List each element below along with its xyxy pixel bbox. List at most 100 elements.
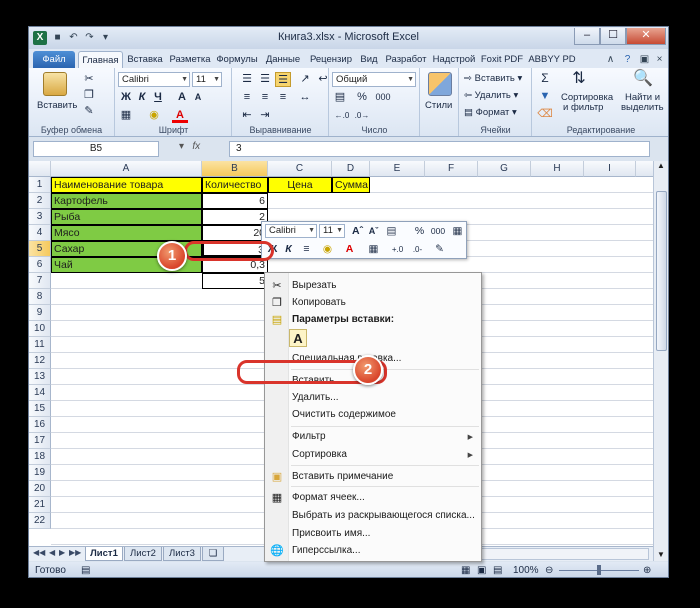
next-sheet-icon[interactable]: ▶ bbox=[59, 548, 65, 557]
wrap-text-icon[interactable]: ↩ bbox=[315, 72, 331, 87]
increase-decimal-icon[interactable]: ←.0 bbox=[334, 108, 350, 123]
copy-icon[interactable]: ❐ bbox=[81, 88, 97, 103]
tab-review[interactable]: Рецензир bbox=[306, 51, 356, 68]
tab-addins[interactable]: Надстрой bbox=[431, 51, 477, 68]
row-header[interactable]: 13 bbox=[29, 369, 51, 385]
decrease-indent-icon[interactable]: ⇤ bbox=[239, 108, 255, 123]
sort-filter-icon[interactable]: ⇅ bbox=[571, 71, 587, 87]
cell-b3[interactable]: 2 bbox=[202, 209, 268, 225]
format-painter-icon[interactable]: ✎ bbox=[81, 104, 97, 119]
column-header-g[interactable]: G bbox=[478, 161, 531, 177]
scroll-up-icon[interactable]: ▲ bbox=[654, 161, 668, 170]
doc-close-icon[interactable]: × bbox=[653, 53, 666, 66]
italic-button[interactable]: К bbox=[134, 90, 150, 105]
menu-copy[interactable]: Копировать bbox=[292, 297, 346, 308]
help-icon[interactable]: ? bbox=[621, 53, 634, 66]
merge-cells-icon[interactable]: ↔ bbox=[297, 90, 313, 105]
decrease-decimal-icon[interactable]: .0→ bbox=[354, 108, 370, 123]
autosum-button[interactable]: Σ bbox=[537, 71, 553, 86]
paste-button[interactable]: Вставить bbox=[37, 100, 77, 111]
column-header-f[interactable]: F bbox=[425, 161, 478, 177]
row-header[interactable]: 18 bbox=[29, 449, 51, 465]
restore-icon[interactable]: ▣ bbox=[638, 53, 651, 66]
fill-color-icon[interactable]: ◉ bbox=[146, 108, 162, 123]
percent-button[interactable]: % bbox=[354, 90, 370, 105]
cell-d1[interactable]: Сумма bbox=[332, 177, 370, 193]
column-header-e[interactable]: E bbox=[370, 161, 425, 177]
menu-clear-contents[interactable]: Очистить содержимое bbox=[292, 409, 396, 420]
tab-page-layout[interactable]: Разметка bbox=[167, 51, 213, 68]
menu-hyperlink[interactable]: Гиперссылка... bbox=[292, 545, 361, 556]
row-header[interactable]: 15 bbox=[29, 401, 51, 417]
row-header[interactable]: 6 bbox=[29, 257, 51, 273]
tab-data[interactable]: Данные bbox=[261, 51, 305, 68]
menu-delete[interactable]: Удалить... bbox=[292, 392, 339, 403]
align-bottom-icon[interactable]: ☰ bbox=[275, 72, 291, 87]
mini-size-select[interactable]: 11 ▼ bbox=[319, 224, 345, 238]
column-header-i[interactable]: I bbox=[584, 161, 636, 177]
row-header[interactable]: 12 bbox=[29, 353, 51, 369]
mini-percent-button[interactable]: % bbox=[412, 224, 427, 239]
row-header[interactable]: 19 bbox=[29, 465, 51, 481]
mini-italic-button[interactable]: К bbox=[281, 242, 296, 257]
align-right-icon[interactable]: ≡ bbox=[275, 90, 291, 105]
scroll-down-icon[interactable]: ▼ bbox=[654, 550, 668, 559]
menu-format-cells[interactable]: Формат ячеек... bbox=[292, 492, 365, 503]
row-header[interactable]: 4 bbox=[29, 225, 51, 241]
sheet-tab-1[interactable]: Лист1 bbox=[85, 547, 123, 561]
tab-formulas[interactable]: Формулы bbox=[214, 51, 260, 68]
find-select-button-line2[interactable]: выделить bbox=[621, 102, 664, 113]
menu-pick-from-list[interactable]: Выбрать из раскрывающегося списка... bbox=[292, 510, 475, 521]
cell-a1[interactable]: Наименование товара bbox=[51, 177, 202, 193]
zoom-level[interactable]: 100% bbox=[513, 562, 539, 577]
mini-format-painter-icon[interactable]: ✎ bbox=[432, 242, 447, 257]
row-header[interactable]: 2 bbox=[29, 193, 51, 209]
mini-merge-icon[interactable]: ▦ bbox=[450, 224, 465, 239]
row-header[interactable]: 20 bbox=[29, 481, 51, 497]
row-header[interactable]: 3 bbox=[29, 209, 51, 225]
cancel-icon[interactable]: ▾ bbox=[179, 141, 184, 152]
page-layout-view-icon[interactable]: ▣ bbox=[477, 562, 486, 577]
borders-icon[interactable]: ▦ bbox=[118, 108, 134, 123]
mini-grow-font-icon[interactable]: Aˆ bbox=[350, 224, 365, 239]
zoom-in-icon[interactable]: ⊕ bbox=[643, 562, 651, 577]
cell-a3[interactable]: Рыба bbox=[51, 209, 202, 225]
cell-c1[interactable]: Цена bbox=[268, 177, 332, 193]
column-header-d[interactable]: D bbox=[332, 161, 370, 177]
vertical-scroll-thumb[interactable] bbox=[656, 191, 667, 351]
tab-file[interactable]: Файл bbox=[33, 51, 75, 68]
normal-view-icon[interactable]: ▦ bbox=[461, 562, 470, 577]
column-header-j[interactable]: J bbox=[636, 161, 653, 177]
mini-font-select[interactable]: Calibri ▼ bbox=[265, 224, 317, 238]
menu-filter[interactable]: Фильтр bbox=[292, 431, 326, 442]
delete-cells-button[interactable]: ⇦ Удалить ▾ bbox=[464, 90, 518, 101]
mini-thousands-button[interactable]: 000 bbox=[428, 224, 448, 239]
shrink-font-button[interactable]: A bbox=[190, 90, 206, 105]
cell-b2[interactable]: 6 bbox=[202, 193, 268, 209]
paste-icon[interactable] bbox=[43, 72, 67, 96]
close-button[interactable]: ✕ bbox=[626, 28, 666, 45]
menu-define-name[interactable]: Присвоить имя... bbox=[292, 528, 370, 539]
last-sheet-icon[interactable]: ▶▶ bbox=[69, 548, 81, 557]
vertical-scrollbar[interactable]: ▲ ▼ bbox=[653, 161, 668, 561]
column-header-b[interactable]: B bbox=[202, 161, 268, 177]
styles-button[interactable]: Стили bbox=[425, 100, 452, 111]
prev-sheet-icon[interactable]: ◀ bbox=[49, 548, 55, 557]
mini-currency-icon[interactable]: ▤ bbox=[384, 224, 399, 239]
row-header[interactable]: 10 bbox=[29, 321, 51, 337]
orientation-icon[interactable]: ↗ bbox=[297, 72, 313, 87]
page-break-view-icon[interactable]: ▤ bbox=[493, 562, 502, 577]
mini-font-color-icon[interactable]: A bbox=[342, 242, 357, 257]
thousands-button[interactable]: 000 bbox=[372, 90, 394, 105]
first-sheet-icon[interactable]: ◀◀ bbox=[33, 548, 45, 557]
sort-filter-button-line2[interactable]: и фильтр bbox=[563, 102, 603, 113]
row-header[interactable]: 14 bbox=[29, 385, 51, 401]
tab-foxit-pdf[interactable]: Foxit PDF bbox=[478, 51, 526, 68]
macro-record-icon[interactable]: ▤ bbox=[81, 562, 90, 577]
cell-a4[interactable]: Мясо bbox=[51, 225, 202, 241]
ribbon-minimize-icon[interactable]: ∧ bbox=[604, 53, 617, 66]
mini-shrink-font-icon[interactable]: Aˇ bbox=[366, 224, 381, 239]
font-name-select[interactable]: Calibri ▼ bbox=[118, 72, 190, 87]
number-format-select[interactable]: Общий ▼ bbox=[332, 72, 416, 87]
new-sheet-icon[interactable]: ❏ bbox=[202, 547, 224, 561]
